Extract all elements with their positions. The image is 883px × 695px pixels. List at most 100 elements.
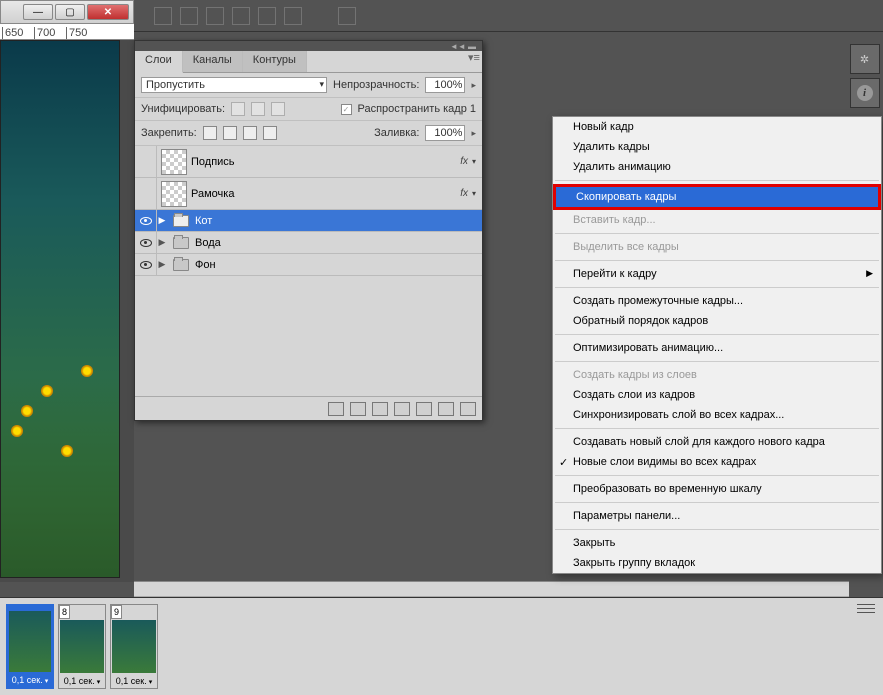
menu-item: Создать кадры из слоев	[553, 365, 881, 385]
close-button[interactable]: ✕	[87, 4, 129, 20]
opacity-label: Непрозрачность:	[333, 79, 419, 91]
menu-item[interactable]: Перейти к кадру▶	[553, 264, 881, 284]
menu-item[interactable]: Скопировать кадры	[553, 184, 881, 210]
menu-item[interactable]: Удалить кадры	[553, 137, 881, 157]
distribute-icon[interactable]	[338, 7, 356, 25]
menu-item[interactable]: Удалить анимацию	[553, 157, 881, 177]
canvas[interactable]	[0, 40, 120, 578]
lock-position-icon[interactable]	[243, 126, 257, 140]
layer-style-icon[interactable]	[350, 402, 366, 416]
layer-thumbnail[interactable]	[161, 181, 187, 207]
unify-label: Унифицировать:	[141, 103, 225, 115]
expand-icon[interactable]: ▶	[157, 237, 167, 248]
blank-visibility[interactable]	[140, 190, 152, 198]
panel-collapse-bar[interactable]: ◄◄ ▬	[135, 41, 482, 51]
navigator-icon[interactable]: ✲	[850, 44, 880, 74]
panel-menu-icon[interactable]: ▾≡	[466, 51, 482, 72]
unify-position-icon[interactable]	[231, 102, 245, 116]
info-panel-icon[interactable]: i	[850, 78, 880, 108]
fx-expand-icon[interactable]: ▾	[472, 157, 476, 166]
layer-group-row[interactable]: ▶ Фон	[135, 254, 482, 276]
maximize-button[interactable]: ▢	[55, 4, 85, 20]
animation-frame[interactable]: 80,1 сек.	[58, 604, 106, 689]
fx-icon[interactable]: fx	[460, 188, 468, 199]
animation-frame[interactable]: 90,1 сек.	[110, 604, 158, 689]
align-icon[interactable]	[258, 7, 276, 25]
frame-delay[interactable]: 0,1 сек.	[59, 674, 105, 688]
blank-visibility[interactable]	[140, 158, 152, 166]
layer-mask-icon[interactable]	[372, 402, 388, 416]
minimize-button[interactable]: —	[23, 4, 53, 20]
menu-item[interactable]: Создать слои из кадров	[553, 385, 881, 405]
visibility-eye-icon[interactable]	[140, 217, 152, 225]
align-icon[interactable]	[232, 7, 250, 25]
menu-item[interactable]: Синхронизировать слой во всех кадрах...	[553, 405, 881, 425]
align-icon[interactable]	[154, 7, 172, 25]
menu-item[interactable]: Преобразовать во временную шкалу	[553, 479, 881, 499]
animation-frame[interactable]: 0,1 сек.	[6, 604, 54, 689]
delete-layer-icon[interactable]	[460, 402, 476, 416]
menu-item[interactable]: Обратный порядок кадров	[553, 311, 881, 331]
align-icon[interactable]	[284, 7, 302, 25]
lock-all-icon[interactable]	[263, 126, 277, 140]
fill-input[interactable]: 100%	[425, 125, 465, 141]
menu-item[interactable]: Новый кадр	[553, 117, 881, 137]
menu-item: Выделить все кадры	[553, 237, 881, 257]
layer-row[interactable]: Рамочка fx ▾	[135, 178, 482, 210]
align-icon[interactable]	[180, 7, 198, 25]
menu-item[interactable]: Закрыть группу вкладок	[553, 553, 881, 573]
new-group-icon[interactable]	[416, 402, 432, 416]
unify-style-icon[interactable]	[271, 102, 285, 116]
align-icon[interactable]	[206, 7, 224, 25]
layer-group-row[interactable]: ▶ Кот	[135, 210, 482, 232]
tab-layers[interactable]: Слои	[135, 51, 183, 73]
menu-item[interactable]: Оптимизировать анимацию...	[553, 338, 881, 358]
layer-name[interactable]: Рамочка	[191, 188, 460, 200]
layer-row[interactable]: Подпись fx ▾	[135, 146, 482, 178]
lock-transparent-icon[interactable]	[203, 126, 217, 140]
folder-icon	[173, 259, 189, 271]
opacity-slider-icon[interactable]: ▸	[471, 80, 476, 91]
layer-name[interactable]: Фон	[195, 259, 482, 271]
fx-expand-icon[interactable]: ▾	[472, 189, 476, 198]
propagate-checkbox[interactable]: ✓	[341, 104, 352, 115]
tab-channels[interactable]: Каналы	[183, 51, 243, 72]
layer-name[interactable]: Кот	[195, 215, 482, 227]
link-layers-icon[interactable]	[328, 402, 344, 416]
frame-delay[interactable]: 0,1 сек.	[111, 674, 157, 688]
panel-tabs: Слои Каналы Контуры ▾≡	[135, 51, 482, 73]
opacity-input[interactable]: 100%	[425, 77, 465, 93]
fill-slider-icon[interactable]: ▸	[471, 128, 476, 139]
layer-name[interactable]: Вода	[195, 237, 482, 249]
frame-delay[interactable]: 0,1 сек.	[8, 673, 52, 687]
layer-group-row[interactable]: ▶ Вода	[135, 232, 482, 254]
menu-item[interactable]: Создавать новый слой для каждого нового …	[553, 432, 881, 452]
lock-image-icon[interactable]	[223, 126, 237, 140]
adjustment-layer-icon[interactable]	[394, 402, 410, 416]
expand-icon[interactable]: ▶	[157, 215, 167, 226]
layers-list: Подпись fx ▾ Рамочка fx ▾ ▶ Кот ▶ Вода ▶ Ф…	[135, 146, 482, 276]
menu-separator	[555, 334, 879, 335]
menu-item[interactable]: Параметры панели...	[553, 506, 881, 526]
expand-icon[interactable]: ▶	[157, 259, 167, 270]
blend-mode-dropdown[interactable]: Пропустить	[141, 77, 327, 93]
new-layer-icon[interactable]	[438, 402, 454, 416]
layers-empty-area[interactable]	[135, 276, 482, 396]
visibility-eye-icon[interactable]	[140, 261, 152, 269]
unify-visibility-icon[interactable]	[251, 102, 265, 116]
timeline-menu-icon[interactable]	[857, 602, 875, 614]
tab-paths[interactable]: Контуры	[243, 51, 307, 72]
layer-thumbnail[interactable]	[161, 149, 187, 175]
right-toolbar: ✲ i	[846, 40, 883, 120]
layer-name[interactable]: Подпись	[191, 156, 460, 168]
menu-item[interactable]: Закрыть	[553, 533, 881, 553]
lock-label: Закрепить:	[141, 127, 197, 139]
menu-separator	[555, 361, 879, 362]
animation-timeline: 0,1 сек.80,1 сек.90,1 сек.	[0, 597, 883, 695]
menu-item[interactable]: Новые слои видимы во всех кадрах✓	[553, 452, 881, 472]
submenu-arrow-icon: ▶	[866, 268, 873, 279]
visibility-eye-icon[interactable]	[140, 239, 152, 247]
folder-icon	[173, 237, 189, 249]
fx-icon[interactable]: fx	[460, 156, 468, 167]
menu-item[interactable]: Создать промежуточные кадры...	[553, 291, 881, 311]
